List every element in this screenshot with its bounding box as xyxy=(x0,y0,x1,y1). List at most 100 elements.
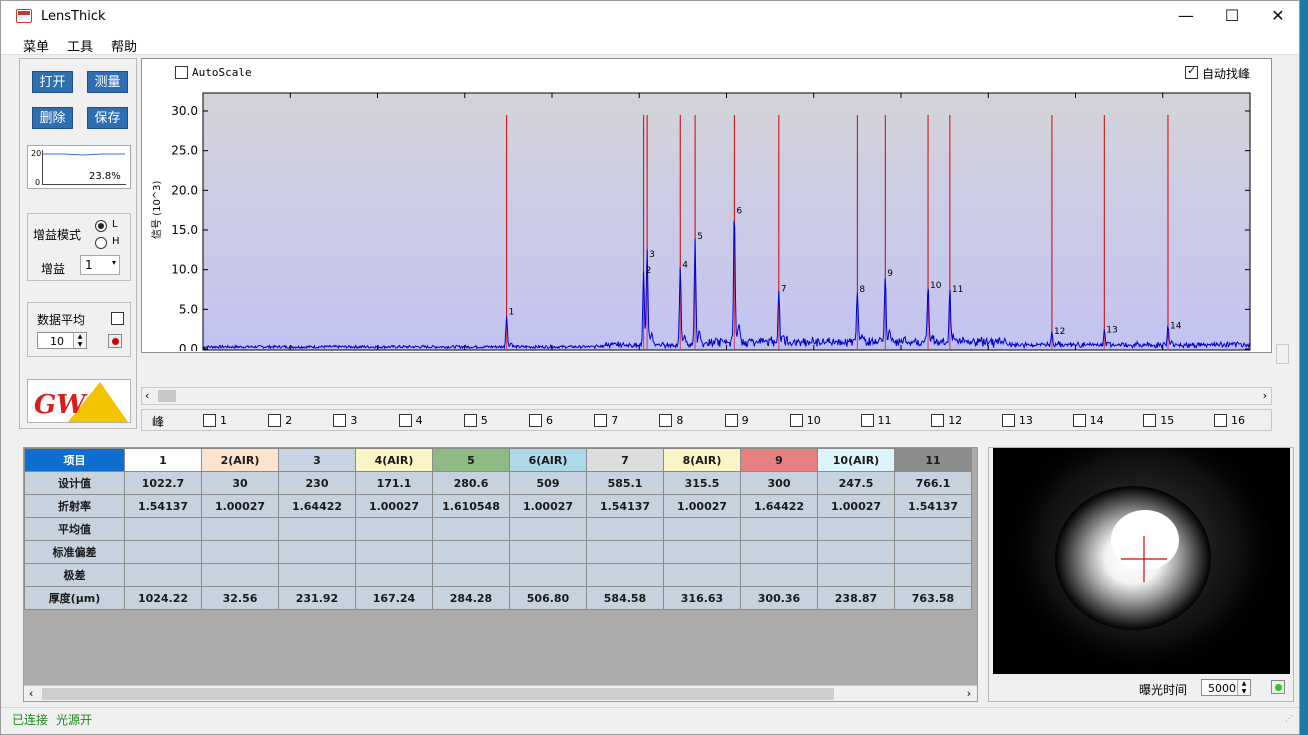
table-cell[interactable]: 280.6 xyxy=(432,471,510,495)
table-cell[interactable] xyxy=(663,563,741,587)
table-cell[interactable] xyxy=(278,517,356,541)
table-cell[interactable]: 238.87 xyxy=(817,586,895,610)
peak-checkbox-7[interactable] xyxy=(594,414,608,427)
table-cell[interactable] xyxy=(432,540,510,564)
table-column-header[interactable]: 2(AIR) xyxy=(201,448,279,472)
table-cell[interactable] xyxy=(509,563,587,587)
table-cell[interactable]: 171.1 xyxy=(355,471,433,495)
table-cell[interactable] xyxy=(278,563,356,587)
gain-l-radio[interactable] xyxy=(95,220,107,232)
table-cell[interactable]: 231.92 xyxy=(278,586,356,610)
table-cell[interactable]: 315.5 xyxy=(663,471,741,495)
peak-checkbox-15[interactable] xyxy=(1143,414,1157,427)
table-cell[interactable]: 1022.7 xyxy=(124,471,202,495)
scroll-right-icon[interactable]: › xyxy=(1263,389,1267,402)
menu-tools[interactable]: 工具 xyxy=(67,36,93,55)
menu-help[interactable]: 帮助 xyxy=(111,36,137,55)
spin-down-icon[interactable]: ▼ xyxy=(1237,687,1250,695)
peak-checkbox-4[interactable] xyxy=(398,414,412,427)
peak-checkbox-5[interactable] xyxy=(463,414,477,427)
table-cell[interactable] xyxy=(509,540,587,564)
table-cell[interactable] xyxy=(201,563,279,587)
spin-up-icon[interactable]: ▲ xyxy=(73,333,86,341)
table-cell[interactable]: 585.1 xyxy=(586,471,664,495)
gain-select[interactable]: 1 ▾ xyxy=(80,255,120,275)
table-cell[interactable]: 1.54137 xyxy=(586,494,664,518)
table-cell[interactable]: 766.1 xyxy=(894,471,972,495)
table-cell[interactable]: 506.80 xyxy=(509,586,587,610)
save-button[interactable]: 保存 xyxy=(87,107,128,129)
table-column-header[interactable]: 4(AIR) xyxy=(355,448,433,472)
table-header-item[interactable]: 项目 xyxy=(24,448,125,472)
table-cell[interactable] xyxy=(201,540,279,564)
gain-h-radio[interactable] xyxy=(95,237,107,249)
peak-checkbox-13[interactable] xyxy=(1001,414,1015,427)
table-cell[interactable]: 1.64422 xyxy=(740,494,818,518)
table-cell[interactable] xyxy=(817,517,895,541)
table-cell[interactable]: 284.28 xyxy=(432,586,510,610)
table-cell[interactable]: 32.56 xyxy=(201,586,279,610)
peak-checkbox-11[interactable] xyxy=(860,414,874,427)
table-cell[interactable]: 1.00027 xyxy=(509,494,587,518)
peak-checkbox-16[interactable] xyxy=(1214,414,1227,427)
scroll-left-icon[interactable]: ‹ xyxy=(29,687,33,700)
table-cell[interactable] xyxy=(509,517,587,541)
table-horizontal-scrollbar[interactable]: ‹ › xyxy=(24,685,977,701)
table-cell[interactable]: 300.36 xyxy=(740,586,818,610)
table-cell[interactable] xyxy=(355,540,433,564)
table-cell[interactable] xyxy=(817,563,895,587)
maximize-button[interactable]: ☐ xyxy=(1209,1,1255,32)
table-cell[interactable] xyxy=(124,517,202,541)
table-column-header[interactable]: 3 xyxy=(278,448,356,472)
table-cell[interactable]: 509 xyxy=(509,471,587,495)
table-cell[interactable] xyxy=(432,517,510,541)
open-button[interactable]: 打开 xyxy=(32,71,73,93)
table-cell[interactable] xyxy=(817,540,895,564)
table-cell[interactable]: 316.63 xyxy=(663,586,741,610)
chart-vertical-scroll-thumb[interactable] xyxy=(1276,344,1289,364)
table-column-header[interactable]: 6(AIR) xyxy=(509,448,587,472)
autoscale-checkbox[interactable] xyxy=(175,66,188,79)
table-column-header[interactable]: 7 xyxy=(586,448,664,472)
table-cell[interactable]: 1024.22 xyxy=(124,586,202,610)
table-cell[interactable] xyxy=(740,563,818,587)
table-cell[interactable]: 1.64422 xyxy=(278,494,356,518)
peak-checkbox-10[interactable] xyxy=(789,414,803,427)
table-cell[interactable]: 1.54137 xyxy=(894,494,972,518)
table-column-header[interactable]: 5 xyxy=(432,448,510,472)
table-cell[interactable] xyxy=(278,540,356,564)
table-cell[interactable] xyxy=(740,517,818,541)
measure-button[interactable]: 测量 xyxy=(87,71,128,93)
table-column-header[interactable]: 1 xyxy=(124,448,202,472)
table-cell[interactable]: 1.54137 xyxy=(124,494,202,518)
table-cell[interactable]: 1.00027 xyxy=(355,494,433,518)
table-cell[interactable]: 1.00027 xyxy=(201,494,279,518)
close-button[interactable]: ✕ xyxy=(1255,1,1301,32)
table-cell[interactable] xyxy=(663,517,741,541)
peak-checkbox-1[interactable] xyxy=(203,414,216,427)
auto-peak-checkbox[interactable]: ✓ xyxy=(1185,64,1198,79)
peak-checkbox-2[interactable] xyxy=(268,414,282,427)
table-cell[interactable] xyxy=(894,540,972,564)
table-cell[interactable]: 30 xyxy=(201,471,279,495)
table-cell[interactable]: 584.58 xyxy=(586,586,664,610)
table-cell[interactable] xyxy=(124,540,202,564)
exposure-spinner[interactable]: 5000 ▲ ▼ xyxy=(1201,679,1251,696)
table-cell[interactable] xyxy=(740,540,818,564)
averaging-checkbox[interactable] xyxy=(111,312,124,325)
table-column-header[interactable]: 9 xyxy=(740,448,818,472)
table-cell[interactable] xyxy=(201,517,279,541)
spin-up-icon[interactable]: ▲ xyxy=(1237,680,1250,688)
table-cell[interactable]: 300 xyxy=(740,471,818,495)
table-cell[interactable]: 247.5 xyxy=(817,471,895,495)
menu-main[interactable]: 菜单 xyxy=(23,36,49,55)
spectrum-plot[interactable]: 1234567 8910 1112 13 14 0.05.010.015.020.025… xyxy=(142,89,1271,351)
table-cell[interactable] xyxy=(894,563,972,587)
peak-checkbox-8[interactable] xyxy=(659,414,673,427)
peak-checkbox-14[interactable] xyxy=(1072,414,1086,427)
record-indicator[interactable] xyxy=(108,334,122,348)
peak-checkbox-12[interactable] xyxy=(931,414,945,427)
peak-checkbox-3[interactable] xyxy=(333,414,347,427)
table-cell[interactable] xyxy=(355,517,433,541)
scroll-right-icon[interactable]: › xyxy=(967,687,971,700)
